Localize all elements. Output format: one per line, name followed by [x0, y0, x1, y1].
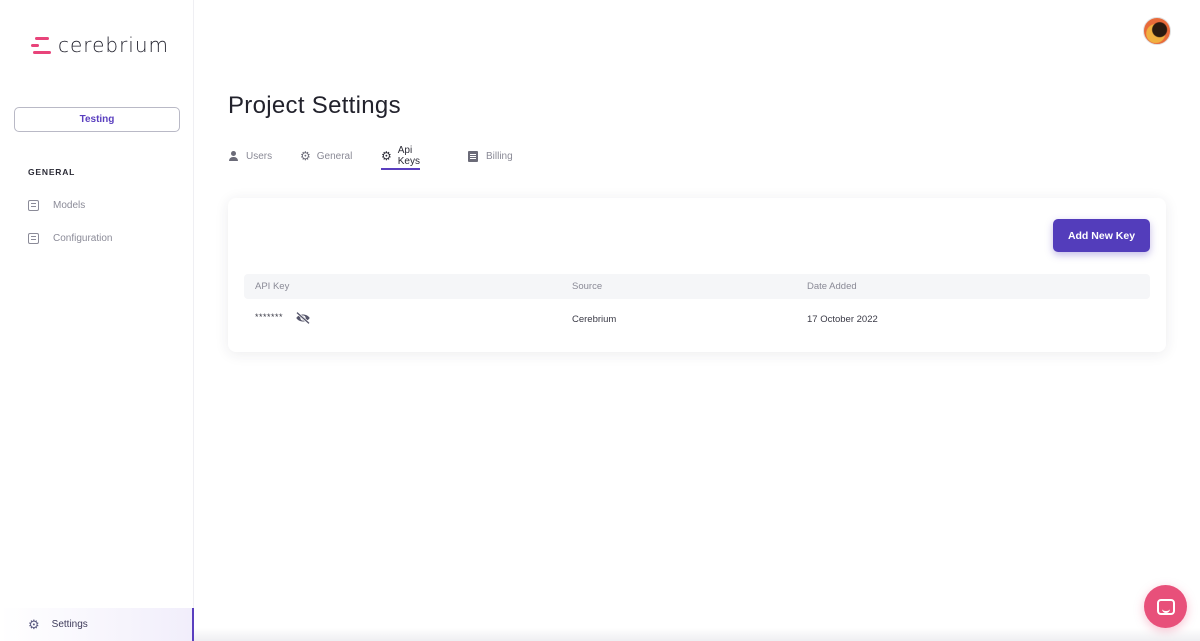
sidebar-item-label: Configuration — [53, 232, 113, 244]
add-new-key-button[interactable]: Add New Key — [1053, 219, 1150, 252]
user-avatar[interactable] — [1143, 17, 1171, 45]
sidebar-item-settings[interactable]: ⚙ Settings — [0, 608, 194, 641]
tab-api-keys[interactable]: ⚙ Api Keys — [381, 142, 420, 170]
sidebar-item-label: Settings — [51, 619, 88, 630]
cerebrium-logo-icon — [31, 34, 53, 56]
gear-icon: ⚙ — [28, 617, 40, 632]
section-label-general: GENERAL — [28, 167, 76, 177]
tab-label: General — [316, 150, 353, 162]
logo-text: cerebrium — [58, 33, 170, 57]
user-icon — [228, 151, 238, 161]
document-icon — [468, 150, 478, 162]
tab-label: Billing — [486, 150, 513, 162]
gear-icon: ⚙ — [300, 149, 311, 163]
api-key-value: ******* — [255, 312, 284, 322]
bottom-shadow — [194, 628, 1200, 641]
table-icon — [28, 199, 39, 211]
sidebar-item-configuration[interactable]: Configuration — [28, 229, 112, 247]
api-keys-card: Add New Key API Key Source Date Added **… — [228, 198, 1166, 352]
table-row: ******* Cerebrium 17 October 2022 — [244, 308, 1150, 332]
table-header: API Key Source Date Added — [244, 274, 1150, 299]
chat-icon — [1156, 598, 1175, 615]
table-icon — [28, 232, 39, 244]
tab-users[interactable]: Users — [228, 142, 272, 170]
gear-icon: ⚙ — [381, 149, 392, 163]
tab-label: Users — [246, 150, 273, 162]
column-header-api-key: API Key — [255, 281, 290, 292]
source-value: Cerebrium — [572, 314, 617, 325]
sidebar-item-models[interactable]: Models — [28, 196, 85, 214]
tab-billing[interactable]: Billing — [468, 142, 513, 170]
column-header-source: Source — [572, 281, 603, 292]
tab-general[interactable]: ⚙ General — [300, 142, 352, 170]
project-selector[interactable]: Testing — [14, 107, 180, 132]
sidebar: cerebrium Testing GENERAL Models Configu… — [0, 0, 194, 641]
page-title: Project Settings — [228, 92, 401, 119]
eye-off-icon[interactable] — [295, 311, 311, 325]
sidebar-item-label: Models — [53, 199, 86, 211]
date-added-value: 17 October 2022 — [807, 314, 878, 325]
column-header-date-added: Date Added — [807, 281, 857, 292]
logo[interactable]: cerebrium — [31, 32, 169, 58]
tab-label: Api Keys — [397, 145, 420, 167]
chat-support-button[interactable] — [1144, 585, 1187, 628]
